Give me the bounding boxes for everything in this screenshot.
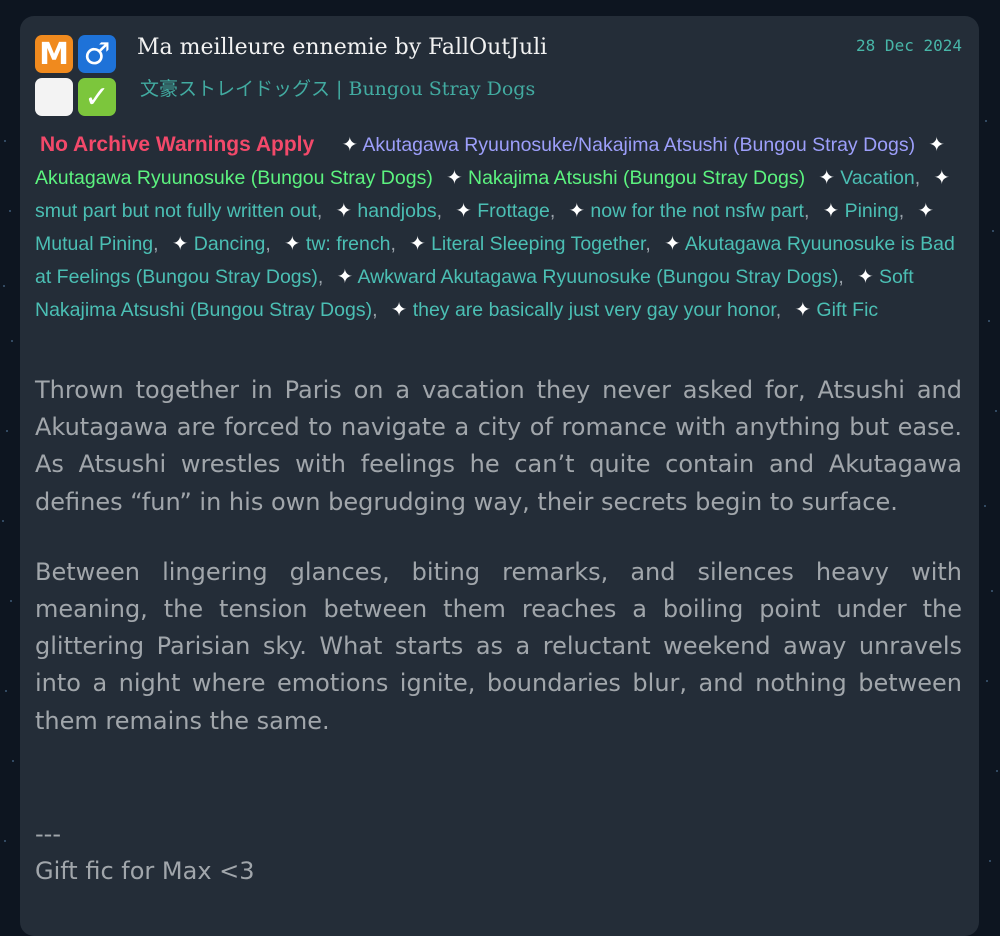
freeform-tag[interactable]: ✦ Pining,	[823, 200, 904, 222]
author-note: --- Gift fic for Max <3	[35, 816, 962, 890]
freeform-tag[interactable]: ✦ Awkward Akutagawa Ryuunosuke (Bungou S…	[337, 266, 844, 288]
summary-paragraph: Thrown together in Paris on a vacation t…	[35, 376, 962, 516]
sparkle-icon: ✦	[455, 200, 472, 222]
freeform-tag[interactable]: ✦ Dancing,	[172, 233, 271, 255]
sparkle-icon: ✦	[917, 200, 934, 222]
category-mm-icon[interactable]: ♂	[78, 35, 116, 73]
freeform-tag[interactable]: ✦ tw: french,	[284, 233, 396, 255]
warning-none-badge[interactable]	[35, 78, 73, 116]
sparkle-icon: ✦	[409, 233, 426, 255]
freeform-tag[interactable]: ✦ they are basically just very gay your …	[391, 299, 781, 321]
sparkle-icon: ✦	[928, 134, 945, 156]
sparkle-icon: ✦	[818, 167, 835, 189]
archive-warning-tag[interactable]: No Archive Warnings Apply	[40, 133, 314, 156]
sparkle-icon: ✦	[446, 167, 463, 189]
sparkle-icon: ✦	[390, 299, 408, 321]
publish-date: 28 Dec 2024	[856, 36, 962, 55]
sparkle-icon: ✦	[664, 233, 681, 255]
freeform-tag[interactable]: ✦ Frottage,	[455, 200, 555, 222]
summary-paragraph: Between lingering glances, biting remark…	[35, 557, 962, 735]
sparkle-icon: ✦	[568, 200, 585, 222]
sparkle-icon: ✦	[341, 134, 358, 156]
sparkle-icon: ✦	[822, 200, 840, 222]
relationship-tag[interactable]: ✦ Akutagawa Ryuunosuke/Nakajima Atsushi …	[342, 134, 915, 156]
sparkle-icon: ✦	[335, 200, 352, 222]
sparkle-icon: ✦	[284, 233, 301, 255]
freeform-tag[interactable]: ✦ Literal Sleeping Together,	[409, 233, 651, 255]
freeform-tag[interactable]: ✦ Vacation,	[819, 167, 921, 189]
note-divider: ---	[35, 820, 61, 848]
sparkle-icon: ✦	[172, 233, 189, 255]
freeform-tag[interactable]: ✦ handjobs,	[336, 200, 442, 222]
freeform-tag[interactable]: ✦ now for the not nsfw part,	[569, 200, 810, 222]
gift-note: Gift fic for Max <3	[35, 857, 255, 886]
freeform-tag[interactable]: ✦ Gift Fic	[795, 299, 879, 321]
sparkle-icon: ✦	[857, 266, 874, 288]
rating-mature-badge[interactable]: M	[35, 35, 73, 73]
work-card: M ♂ ✓ Ma meilleure ennemie by FallOutJul…	[20, 16, 979, 936]
complete-check-icon[interactable]: ✓	[78, 78, 116, 116]
sparkle-icon: ✦	[933, 167, 950, 189]
fandom-link[interactable]: 文豪ストレイドッグス | Bungou Stray Dogs	[140, 74, 535, 101]
required-tags-badges: M ♂ ✓	[35, 35, 119, 117]
work-title-link[interactable]: Ma meilleure ennemie by FallOutJuli	[137, 35, 547, 60]
work-summary: Thrown together in Paris on a vacation t…	[35, 372, 962, 740]
sparkle-icon: ✦	[336, 266, 354, 288]
character-tag[interactable]: ✦ Nakajima Atsushi (Bungou Stray Dogs)	[446, 167, 805, 189]
tag-list: No Archive Warnings Apply ✦ Akutagawa Ry…	[35, 128, 965, 327]
sparkle-icon: ✦	[794, 299, 811, 321]
